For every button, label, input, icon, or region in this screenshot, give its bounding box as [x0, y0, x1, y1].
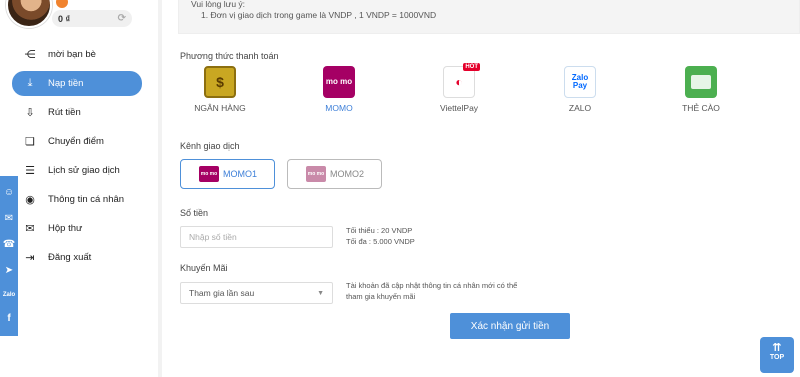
notice-title: Vui lòng lưu ý: [191, 0, 246, 9]
channel-options: mo mo MOMO1 mo mo MOMO2 [180, 159, 580, 189]
phone-icon[interactable]: ☎ [3, 240, 15, 250]
user-icon: ◉ [25, 194, 35, 206]
card-icon [685, 66, 717, 98]
promo-selected: Tham gia lần sau [189, 288, 255, 298]
sidebar-item-transfer[interactable]: ❏ Chuyển điểm [12, 129, 142, 154]
sidebar-item-label: mời bạn bè [48, 49, 96, 60]
zalopay-icon: Zalo Pay [564, 66, 596, 98]
arrow-up-icon: ⇈ [772, 342, 782, 354]
channel-label: MOMO2 [330, 169, 365, 179]
sidebar-item-deposit[interactable]: ⤓ Nạp tiền [12, 71, 142, 96]
mail-icon[interactable]: ✉ [5, 214, 13, 224]
zalo-icon[interactable]: Zalo [3, 292, 15, 298]
method-card[interactable]: THẺ CÀO [661, 66, 741, 113]
sidebar-item-withdraw[interactable]: ⇩ Rút tiền [12, 100, 142, 125]
notice-box: Vui lòng lưu ý: 1. Đơn vị giao dịch tron… [178, 0, 800, 34]
facebook-icon[interactable]: f [7, 314, 10, 324]
notification-dot [56, 0, 68, 8]
promo-note-line: Tài khoản đã cập nhật thông tin cá nhân … [346, 281, 518, 290]
logout-icon: ⇥ [25, 252, 35, 264]
main-area: Vui lòng lưu ý: 1. Đơn vị giao dịch tron… [158, 0, 800, 377]
sidebar-item-label: Đăng xuất [48, 252, 92, 263]
promo-select[interactable]: Tham gia lần sau ▼ [180, 282, 333, 304]
balance-bar: 0 ₫ ⟳ [52, 10, 132, 27]
amount-limits: Tối thiểu : 20 VNDP Tối đa : 5.000 VNDP [346, 225, 415, 247]
hot-badge: HOT [463, 63, 480, 71]
amount-max: Tối đa : 5.000 VNDP [346, 237, 415, 246]
sidebar-item-profile[interactable]: ◉ Thông tin cá nhân [12, 187, 142, 212]
sidebar-item-invite[interactable]: ⋲ mời bạn bè [12, 42, 142, 67]
method-label: ViettelPay [439, 103, 479, 113]
channel-title: Kênh giao dịch [180, 141, 240, 151]
history-icon: ☰ [25, 165, 35, 177]
notice-line: 1. Đơn vị giao dịch trong game là VNDP ,… [201, 10, 437, 20]
balance-value: 0 ₫ [58, 13, 71, 24]
amount-input[interactable] [180, 226, 333, 248]
sidebar: 0 ₫ ⟳ ⋲ mời bạn bè ⤓ Nạp tiền ⇩ Rút tiền… [0, 0, 158, 377]
payment-methods: $ NGÂN HÀNG mo mo MOMO ◐ HOT ViettelPay … [180, 63, 741, 114]
social-bar: ☺ ✉ ☎ ➤ Zalo f [0, 176, 18, 336]
amount-title: Số tiền [180, 208, 209, 218]
method-label: NGÂN HÀNG [194, 103, 246, 113]
sidebar-item-label: Thông tin cá nhân [48, 194, 125, 205]
momo-icon: mo mo [199, 166, 219, 182]
page: 0 ₫ ⟳ ⋲ mời bạn bè ⤓ Nạp tiền ⇩ Rút tiền… [0, 0, 800, 377]
method-bank[interactable]: $ NGÂN HÀNG [180, 66, 260, 113]
channel-label: MOMO1 [223, 169, 258, 179]
method-viettelpay[interactable]: ◐ HOT ViettelPay [419, 63, 499, 113]
transfer-icon: ❏ [25, 136, 35, 148]
sidebar-item-label: Rút tiền [48, 107, 81, 118]
avatar[interactable] [6, 0, 52, 28]
payment-method-title: Phương thức thanh toán [180, 51, 279, 61]
method-label: ZALO [568, 103, 592, 113]
sidebar-item-logout[interactable]: ⇥ Đăng xuất [12, 245, 142, 270]
viettelpay-icon: ◐ HOT [443, 63, 480, 98]
momo-icon: mo mo [306, 166, 326, 182]
promo-note: Tài khoản đã cập nhật thông tin cá nhân … [346, 280, 517, 302]
withdraw-icon: ⇩ [25, 107, 35, 119]
channel-momo1[interactable]: mo mo MOMO1 [180, 159, 275, 189]
deposit-icon: ⤓ [27, 77, 33, 89]
sidebar-item-label: Lịch sử giao dịch [48, 165, 120, 176]
promo-note-line: tham gia khuyến mãi [346, 292, 416, 301]
bank-icon: $ [204, 66, 236, 98]
method-momo[interactable]: mo mo MOMO [299, 66, 379, 113]
method-label: MOMO [325, 103, 353, 113]
deposit-panel: Vui lòng lưu ý: 1. Đơn vị giao dịch tron… [162, 0, 800, 377]
channel-momo2[interactable]: mo mo MOMO2 [287, 159, 382, 189]
mail-icon: ✉ [25, 223, 35, 235]
telegram-icon[interactable]: ➤ [5, 266, 13, 276]
sidebar-menu: ⋲ mời bạn bè ⤓ Nạp tiền ⇩ Rút tiền ❏ Chu… [12, 42, 142, 274]
sidebar-item-inbox[interactable]: ✉ Hộp thư [12, 216, 142, 241]
share-icon: ⋲ [24, 49, 36, 61]
submit-deposit-button[interactable]: Xác nhận gửi tiền [450, 313, 570, 339]
top-label: TOP [769, 354, 785, 361]
method-label: THẺ CÀO [682, 103, 720, 113]
chevron-down-icon: ▼ [317, 289, 324, 297]
method-zalo[interactable]: Zalo Pay ZALO [540, 66, 620, 113]
chat-icon[interactable]: ☺ [4, 188, 14, 198]
promo-title: Khuyến Mãi [180, 263, 228, 273]
refresh-icon[interactable]: ⟳ [118, 13, 126, 24]
sidebar-item-label: Nạp tiền [48, 78, 84, 89]
amount-min: Tối thiểu : 20 VNDP [346, 226, 413, 235]
sidebar-item-history[interactable]: ☰ Lịch sử giao dịch [12, 158, 142, 183]
momo-icon: mo mo [323, 66, 355, 98]
sidebar-item-label: Hộp thư [48, 223, 83, 234]
sidebar-item-label: Chuyển điểm [48, 136, 104, 147]
back-to-top-button[interactable]: ⇈ TOP [760, 337, 794, 373]
